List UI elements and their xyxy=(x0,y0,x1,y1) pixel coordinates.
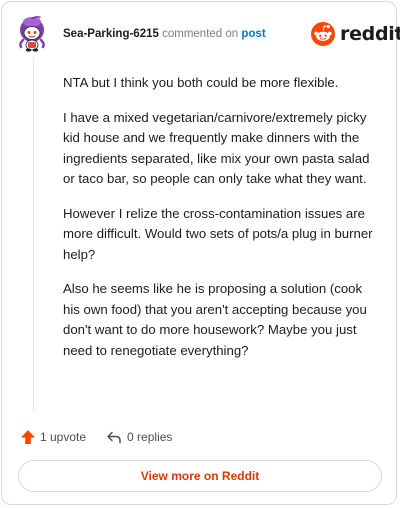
comment-actions: 1 upvote 0 replies xyxy=(20,427,172,447)
replies-button[interactable]: 0 replies xyxy=(106,429,172,445)
comment-paragraph: I have a mixed vegetarian/carnivore/extr… xyxy=(63,109,370,187)
avatar[interactable] xyxy=(16,15,50,52)
comment-card: Sea-Parking-6215 commented on post reddi… xyxy=(1,1,400,505)
upvote-arrow-icon xyxy=(21,430,35,444)
view-more-button[interactable]: View more on Reddit xyxy=(18,460,382,492)
reply-arrow-icon xyxy=(107,431,121,444)
snoo-avatar-icon xyxy=(19,15,45,52)
comment-meta: Sea-Parking-6215 commented on post xyxy=(63,27,266,41)
comment-paragraph: NTA but I think you both could be more f… xyxy=(63,75,339,90)
reddit-logo-icon xyxy=(311,22,335,46)
post-link[interactable]: post xyxy=(241,28,265,40)
upvote-count: 1 upvote xyxy=(40,430,87,444)
comment-paragraph: Also he seems like he is proposing a sol… xyxy=(63,281,367,358)
reddit-brand-link[interactable]: reddit xyxy=(311,22,400,46)
upvote-button[interactable]: 1 upvote xyxy=(20,429,86,445)
comment-body: NTA but I think you both could be more f… xyxy=(63,73,377,375)
commented-on-text: commented on xyxy=(162,28,239,40)
comment-paragraph: However I relize the cross-contamination… xyxy=(63,205,373,262)
comment-header: Sea-Parking-6215 commented on post reddi… xyxy=(2,2,400,66)
username-link[interactable]: Sea-Parking-6215 xyxy=(63,28,159,40)
reddit-wordmark: reddit xyxy=(340,23,400,45)
reply-count: 0 replies xyxy=(127,430,173,444)
thread-line xyxy=(33,58,34,412)
